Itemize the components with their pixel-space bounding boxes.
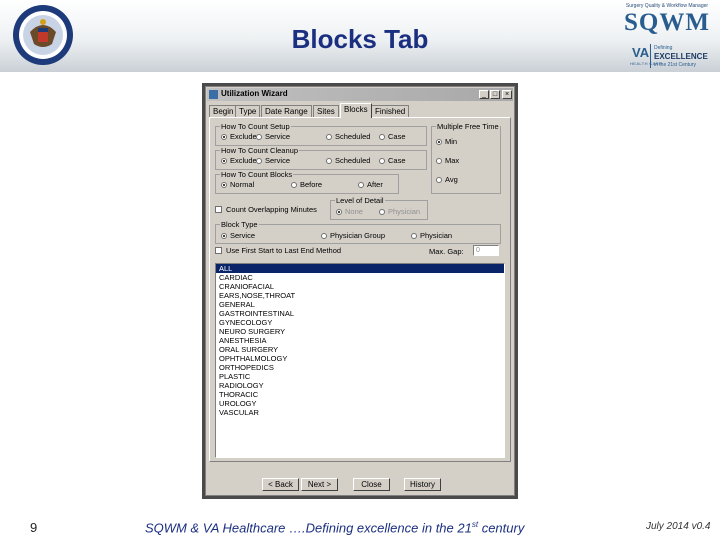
list-item[interactable]: THORACIC — [216, 390, 504, 399]
close-button[interactable]: Close — [353, 478, 390, 491]
back-button[interactable]: < Back — [262, 478, 299, 491]
level-of-detail-group: Level of Detail None Physician — [330, 196, 428, 220]
first-start-last-end-checkbox[interactable]: Use First Start to Last End Method — [215, 246, 341, 255]
tab-sites[interactable]: Sites — [313, 105, 339, 117]
minimize-button[interactable]: _ — [479, 90, 489, 99]
cleanup-case-radio[interactable]: Case — [379, 156, 406, 165]
tab-begin[interactable]: Begin — [209, 105, 238, 117]
free-time-max-radio[interactable]: Max — [436, 156, 459, 165]
free-time-min-radio[interactable]: Min — [436, 137, 457, 146]
list-item[interactable]: EARS,NOSE,THROAT — [216, 291, 504, 300]
count-setup-group: How To Count Setup Exclude Service Sched… — [215, 122, 427, 146]
max-gap-input[interactable]: 0 — [473, 245, 499, 256]
window-titlebar[interactable]: Utilization Wizard _ □ × — [207, 88, 513, 101]
count-overlapping-checkbox[interactable]: Count Overlapping Minutes — [215, 205, 317, 214]
detail-none-radio[interactable]: None — [336, 207, 363, 216]
cleanup-service-radio[interactable]: Service — [256, 156, 290, 165]
list-item[interactable]: CARDIAC — [216, 273, 504, 282]
count-blocks-legend: How To Count Blocks — [220, 170, 294, 179]
list-item[interactable]: ALL — [216, 264, 504, 273]
va-logo: VA — [632, 45, 650, 60]
block-type-legend: Block Type — [220, 220, 259, 229]
cleanup-scheduled-radio[interactable]: Scheduled — [326, 156, 370, 165]
setup-scheduled-radio[interactable]: Scheduled — [326, 132, 370, 141]
sqwm-logo: SQWM — [624, 9, 710, 36]
blocks-before-radio[interactable]: Before — [291, 180, 322, 189]
version-label: July 2014 v0.4 — [646, 521, 711, 532]
list-item[interactable]: ORTHOPEDICS — [216, 363, 504, 372]
list-item[interactable]: UROLOGY — [216, 399, 504, 408]
page-number: 9 — [30, 520, 38, 535]
list-item[interactable]: PLASTIC — [216, 372, 504, 381]
maximize-button[interactable]: □ — [490, 90, 500, 99]
cleanup-exclude-radio[interactable]: Exclude — [221, 156, 257, 165]
list-item[interactable]: ANESTHESIA — [216, 336, 504, 345]
list-item[interactable]: GYNECOLOGY — [216, 318, 504, 327]
window-title: Utilization Wizard — [221, 89, 288, 98]
multiple-free-time-legend: Multiple Free Time — [436, 122, 500, 131]
count-cleanup-group: How To Count Cleanup Exclude Service Sch… — [215, 146, 427, 170]
utilization-wizard-window: Utilization Wizard _ □ × Begin Type Date… — [205, 86, 515, 496]
list-item[interactable]: OPHTHALMOLOGY — [216, 354, 504, 363]
tab-type[interactable]: Type — [235, 105, 261, 117]
level-of-detail-legend: Level of Detail — [335, 196, 385, 205]
service-listbox[interactable]: ALL CARDIAC CRANIOFACIAL EARS,NOSE,THROA… — [215, 263, 505, 458]
slide-title: Blocks Tab — [291, 24, 429, 54]
history-button[interactable]: History — [404, 478, 441, 491]
tab-date-range[interactable]: Date Range — [261, 105, 312, 117]
list-item[interactable]: RADIOLOGY — [216, 381, 504, 390]
list-item[interactable]: GENERAL — [216, 300, 504, 309]
list-item[interactable]: GASTROINTESTINAL — [216, 309, 504, 318]
count-cleanup-legend: How To Count Cleanup — [220, 146, 299, 155]
next-button[interactable]: Next > — [301, 478, 338, 491]
va-century: in the 21st Century — [654, 62, 696, 68]
block-type-physician-group-radio[interactable]: Physician Group — [321, 231, 385, 240]
detail-physician-radio[interactable]: Physician — [379, 207, 420, 216]
blocks-normal-radio[interactable]: Normal — [221, 180, 254, 189]
list-item[interactable]: VASCULAR — [216, 408, 504, 417]
close-window-button[interactable]: × — [502, 90, 512, 99]
block-type-service-radio[interactable]: Service — [221, 231, 255, 240]
multiple-free-time-group: Multiple Free Time Min Max Avg — [431, 122, 501, 194]
va-excellence: EXCELLENCE — [654, 52, 708, 61]
setup-exclude-radio[interactable]: Exclude — [221, 132, 257, 141]
footer-tagline: SQWM & VA Healthcare ….Defining excellen… — [145, 520, 525, 536]
app-icon — [209, 90, 218, 99]
setup-case-radio[interactable]: Case — [379, 132, 406, 141]
tab-finished[interactable]: Finished — [371, 105, 410, 117]
list-item[interactable]: NEURO SURGERY — [216, 327, 504, 336]
tab-blocks[interactable]: Blocks — [340, 103, 372, 118]
setup-service-radio[interactable]: Service — [256, 132, 290, 141]
blocks-panel: How To Count Setup Exclude Service Sched… — [209, 117, 511, 462]
free-time-avg-radio[interactable]: Avg — [436, 175, 458, 184]
count-blocks-group: How To Count Blocks Normal Before After — [215, 170, 399, 194]
count-setup-legend: How To Count Setup — [220, 122, 291, 131]
block-type-group: Block Type Service Physician Group Physi… — [215, 220, 501, 244]
list-item[interactable]: ORAL SURGERY — [216, 345, 504, 354]
va-defining: Defining — [654, 45, 673, 51]
blocks-after-radio[interactable]: After — [358, 180, 383, 189]
list-item[interactable]: CRANIOFACIAL — [216, 282, 504, 291]
va-divider — [650, 44, 651, 68]
block-type-physician-radio[interactable]: Physician — [411, 231, 452, 240]
max-gap-label: Max. Gap: — [429, 247, 464, 256]
